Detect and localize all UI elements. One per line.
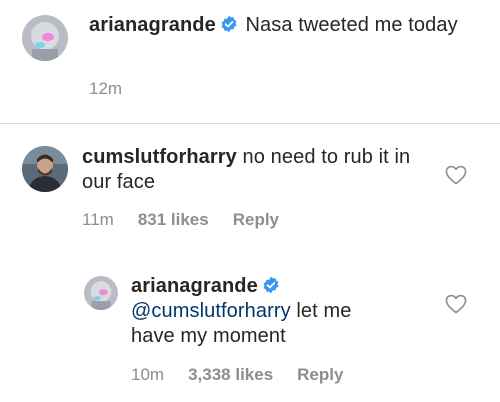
caption-meta: 12m (89, 78, 146, 100)
avatar[interactable] (22, 15, 68, 61)
post-caption: arianagrande Nasa tweeted me today 12m (0, 0, 500, 123)
avatar-image (22, 146, 68, 192)
comment-text: cumslutforharry no need to rub it in our… (82, 145, 432, 195)
avatar-image (22, 15, 68, 61)
comment-username[interactable]: cumslutforharry (82, 146, 237, 168)
caption-timestamp[interactable]: 12m (89, 79, 122, 98)
reply-meta: 10m 3,338 likes Reply (131, 364, 367, 386)
reply-mention[interactable]: @cumslutforharry (131, 300, 291, 322)
heart-icon[interactable] (445, 165, 467, 185)
avatar[interactable] (84, 276, 118, 310)
reply-timestamp[interactable]: 10m (131, 365, 164, 384)
caption-username[interactable]: arianagrande (89, 14, 216, 36)
comment-meta: 11m 831 likes Reply (82, 209, 303, 231)
avatar-image (84, 276, 118, 310)
caption-text: arianagrande Nasa tweeted me today (89, 13, 489, 38)
comment-reply-button[interactable]: Reply (233, 210, 279, 229)
comment-timestamp[interactable]: 11m (82, 210, 114, 229)
caption-body: Nasa tweeted me today (245, 14, 458, 36)
verified-badge-icon (221, 15, 237, 33)
heart-icon[interactable] (445, 294, 467, 314)
divider (0, 123, 500, 124)
reply-text: arianagrande @cumslutforharry let me hav… (131, 274, 391, 349)
reply-likes[interactable]: 3,338 likes (188, 365, 273, 384)
avatar[interactable] (22, 146, 68, 192)
verified-badge-icon (263, 276, 279, 294)
comment-likes[interactable]: 831 likes (138, 210, 209, 229)
reply-reply-button[interactable]: Reply (297, 365, 343, 384)
reply-username[interactable]: arianagrande (131, 275, 258, 297)
